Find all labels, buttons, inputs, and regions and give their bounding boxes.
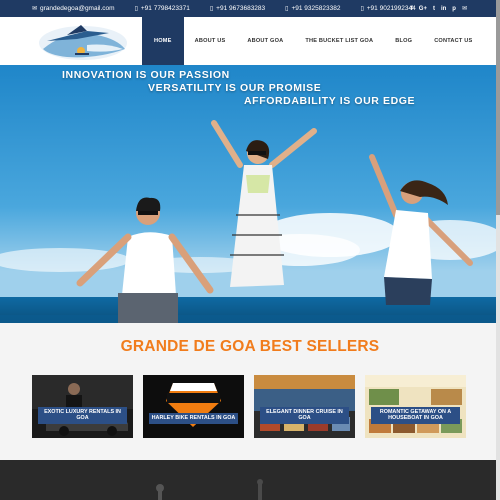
phone-icon: ▯: [360, 6, 364, 12]
contact-info: ✉ grandedegoa@gmail.com ▯ +91 7798423371 ▯…: [0, 5, 436, 12]
top-contact-bar: ✉ grandedegoa@gmail.com ▯ +91 7798423371 ▯…: [0, 0, 500, 17]
pinterest-icon[interactable]: p: [452, 6, 456, 12]
card-label: HARLEY BIKE RENTALS IN GOA: [149, 413, 238, 424]
page-scrollbar[interactable]: [496, 0, 500, 500]
card-houseboat[interactable]: ROMANTIC GETAWAY ON A HOUSEBOAT IN GOA: [365, 375, 466, 438]
phone-text: +91 9673683283: [216, 5, 266, 12]
nav-contact-us[interactable]: CONTACT US: [423, 17, 483, 65]
card-harley-rentals[interactable]: HARLEY BIKE RENTALS IN GOA: [143, 375, 244, 438]
card-dinner-cruise[interactable]: ELEGANT DINNER CRUISE IN GOA: [254, 375, 355, 438]
card-luxury-rentals[interactable]: EXOTIC LUXURY RENTALS IN GOA: [32, 375, 133, 438]
best-sellers-title: GRANDE DE GOA BEST SELLERS: [120, 338, 380, 355]
nav-about-us[interactable]: ABOUT US: [184, 17, 237, 65]
phone-link-2[interactable]: ▯ +91 9673683283: [210, 5, 275, 12]
email-text: grandedegoa@gmail.com: [40, 5, 115, 12]
phone-link-1[interactable]: ▯ +91 7798423371: [135, 5, 200, 12]
card-label: EXOTIC LUXURY RENTALS IN GOA: [38, 406, 127, 424]
band-image: [0, 460, 500, 500]
phone-icon: ▯: [209, 6, 214, 12]
twitter-icon[interactable]: t: [433, 6, 435, 12]
envelope-icon: ✉: [32, 6, 38, 12]
phone-text: +91 9325823382: [291, 5, 341, 12]
phone-icon: ▯: [285, 6, 289, 12]
site-logo[interactable]: [37, 19, 129, 63]
email-link[interactable]: ✉ grandedegoa@gmail.com: [32, 5, 125, 12]
linkedin-icon[interactable]: in: [441, 6, 446, 12]
mail-icon[interactable]: ✉: [462, 5, 467, 12]
nav-blog[interactable]: BLOG: [384, 17, 423, 65]
nav-about-goa[interactable]: ABOUT GOA: [236, 17, 294, 65]
primary-nav: HOME ABOUT US ABOUT GOA THE BUCKET LIST …: [142, 17, 483, 65]
dark-section-band: [0, 460, 500, 500]
social-links: f G+ t in p ✉: [411, 0, 467, 17]
google-plus-icon[interactable]: G+: [419, 6, 427, 12]
phone-text: +91 9021992344: [366, 5, 416, 12]
hero-tagline-3: AFFORDABILITY IS OUR EDGE: [244, 95, 416, 107]
facebook-icon[interactable]: f: [411, 6, 413, 12]
hero-banner: INNOVATION IS OUR PASSION VERSATILITY IS…: [0, 65, 500, 323]
card-label: ROMANTIC GETAWAY ON A HOUSEBOAT IN GOA: [371, 406, 460, 424]
scrollbar-thumb[interactable]: [496, 0, 500, 215]
nav-home[interactable]: HOME: [142, 17, 184, 65]
best-sellers-cards: EXOTIC LUXURY RENTALS IN GOA HARLEY BIKE…: [32, 375, 466, 438]
hero-tagline-1: INNOVATION IS OUR PASSION: [62, 69, 230, 81]
phone-link-3[interactable]: ▯ +91 9325823382: [285, 5, 350, 12]
hero-tagline-2: VERSATILITY IS OUR PROMISE: [148, 82, 322, 94]
phone-icon: ▯: [134, 6, 138, 12]
phone-text: +91 7798423371: [140, 5, 190, 12]
nav-bucket-list[interactable]: THE BUCKET LIST GOA: [294, 17, 384, 65]
card-label: ELEGANT DINNER CRUISE IN GOA: [260, 406, 349, 424]
main-navbar: HOME ABOUT US ABOUT GOA THE BUCKET LIST …: [0, 17, 500, 65]
card-image-harley: [143, 375, 244, 438]
